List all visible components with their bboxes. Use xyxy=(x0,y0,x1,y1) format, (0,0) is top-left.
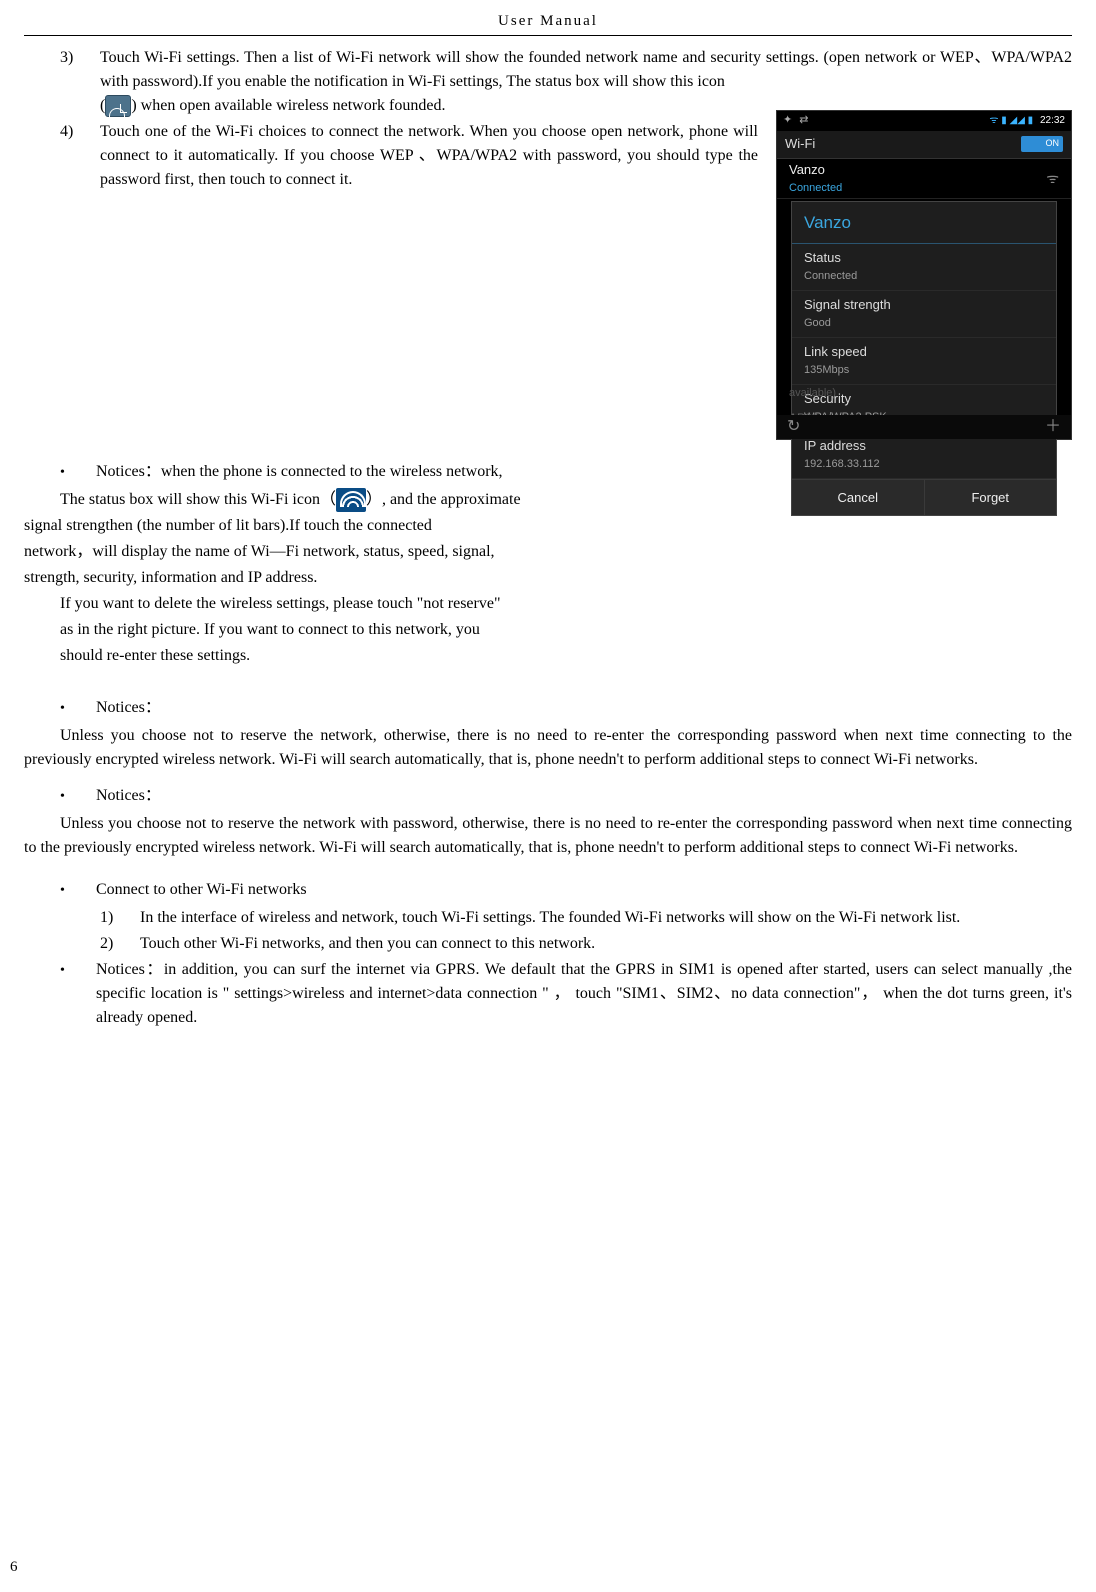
wifi-connected-icon xyxy=(336,488,366,512)
dialog-ip-value: 192.168.33.112 xyxy=(804,456,1044,473)
connect-other-label: Connect to other Wi-Fi networks xyxy=(96,878,1072,902)
notice-1-line-6: as in the right picture. If you want to … xyxy=(24,618,752,642)
connect-other-step-2: 2) Touch other Wi-Fi networks, and then … xyxy=(100,932,1072,956)
dialog-field-speed: Link speed 135Mbps xyxy=(792,338,1056,385)
phone-status-signal-icons: ᯤ ▮ ◢◢ ▮ xyxy=(989,115,1033,126)
notice-4: Notices：in addition, you can surf the in… xyxy=(60,958,1072,1030)
notice-2-label: Notices： xyxy=(96,696,1072,720)
notice-1-line-2: signal strengthen (the number of lit bar… xyxy=(24,514,752,538)
notice-2: Notices： xyxy=(60,696,1072,720)
phone-status-bar: ✦ ⇄ ᯤ ▮ ◢◢ ▮ 22:32 xyxy=(777,111,1071,131)
step-3-text-a: Touch Wi-Fi settings. Then a list of Wi-… xyxy=(100,49,1072,90)
dialog-speed-value: 135Mbps xyxy=(804,362,1044,379)
dialog-buttons: Cancel Forget xyxy=(792,479,1056,515)
connect-other-step-1-text: In the interface of wireless and network… xyxy=(140,906,1072,930)
refresh-icon: ↻ xyxy=(787,415,800,439)
notice-4-body: in addition, you can surf the internet v… xyxy=(96,961,1072,1026)
dialog-title: Vanzo xyxy=(792,202,1056,245)
bullet-icon xyxy=(60,784,96,808)
notice-4-content: Notices：in addition, you can surf the in… xyxy=(96,958,1072,1030)
phone-status-right: ᯤ ▮ ◢◢ ▮ 22:32 xyxy=(989,113,1065,128)
connect-other-heading: Connect to other Wi-Fi networks xyxy=(60,878,1072,902)
phone-network-name: Vanzo xyxy=(789,160,842,180)
dialog-cancel-button: Cancel xyxy=(792,480,925,515)
notice-1-line-1: The status box will show this Wi-Fi icon… xyxy=(24,488,752,512)
notice-3-label: Notices： xyxy=(96,784,1072,808)
dialog-signal-label: Signal strength xyxy=(804,295,1044,315)
notice-1-line-3: network，will display the name of Wi—Fi n… xyxy=(24,540,752,564)
phone-network-row: Vanzo Connected ᯤ xyxy=(777,159,1071,199)
dialog-field-signal: Signal strength Good xyxy=(792,291,1056,338)
page-number: 6 xyxy=(10,1556,18,1579)
page-body: 3) Touch Wi-Fi settings. Then a list of … xyxy=(24,46,1072,1030)
step-3-number: 3) xyxy=(60,46,100,118)
dialog-status-label: Status xyxy=(804,248,1044,268)
notice-4-label: Notices： xyxy=(96,961,164,978)
phone-status-time: 22:32 xyxy=(1040,115,1065,126)
notice-1-line-4: strength, security, information and IP a… xyxy=(24,566,752,590)
connect-other-step-1-num: 1) xyxy=(100,906,140,930)
step-3-text: Touch Wi-Fi settings. Then a list of Wi-… xyxy=(100,46,1072,118)
phone-network-dialog: Vanzo Status Connected Signal strength G… xyxy=(791,201,1057,517)
phone-dim-available: available) xyxy=(777,381,1071,406)
notice-3-body: Unless you choose not to reserve the net… xyxy=(24,812,1072,860)
bullet-icon xyxy=(60,878,96,902)
notice-1-line-7: should re-enter these settings. xyxy=(24,644,752,668)
bullet-icon xyxy=(60,696,96,720)
bullet-icon xyxy=(60,460,96,484)
step-4-body: Touch one of the Wi-Fi choices to connec… xyxy=(100,123,758,188)
phone-screenshot: ✦ ⇄ ᯤ ▮ ◢◢ ▮ 22:32 Wi-Fi ON Vanzo Con xyxy=(776,110,1072,440)
bullet-icon xyxy=(60,958,96,1030)
step-4-number: 4) xyxy=(60,120,100,448)
dialog-speed-label: Link speed xyxy=(804,342,1044,362)
notice-1-line-1a: The status box will show this Wi-Fi icon… xyxy=(60,491,336,508)
notice-1-line-1b: ）, and the approximate xyxy=(366,491,521,508)
connect-other-step-2-text: Touch other Wi-Fi networks, and then you… xyxy=(140,932,1072,956)
phone-wifi-header: Wi-Fi ON xyxy=(777,131,1071,159)
add-icon: ＋ xyxy=(1045,415,1061,439)
dialog-forget-button: Forget xyxy=(925,480,1057,515)
wifi-signal-icon: ᯤ xyxy=(1046,168,1059,189)
notice-2-body: Unless you choose not to reserve the net… xyxy=(24,724,1072,772)
dialog-status-value: Connected xyxy=(804,268,1044,285)
phone-status-left-icons: ✦ ⇄ xyxy=(783,112,811,129)
phone-bottom-bar: ↻ ＋ xyxy=(777,415,1071,439)
phone-wifi-toggle: ON xyxy=(1021,136,1063,152)
dialog-signal-value: Good xyxy=(804,315,1044,332)
connect-other-step-1: 1) In the interface of wireless and netw… xyxy=(100,906,1072,930)
step-3-text-c: ) when open available wireless network f… xyxy=(131,97,445,114)
notice-1-line-5: If you want to delete the wireless setti… xyxy=(24,592,752,616)
wifi-available-icon xyxy=(105,95,131,117)
page-header: User Manual xyxy=(24,10,1072,36)
step-4-text: ✦ ⇄ ᯤ ▮ ◢◢ ▮ 22:32 Wi-Fi ON Vanzo Con xyxy=(100,120,1072,448)
connect-other-step-2-num: 2) xyxy=(100,932,140,956)
step-4: 4) ✦ ⇄ ᯤ ▮ ◢◢ ▮ 22:32 Wi-Fi ON xyxy=(60,120,1072,448)
dialog-field-status: Status Connected xyxy=(792,244,1056,291)
phone-wifi-title: Wi-Fi xyxy=(785,134,815,154)
step-3: 3) Touch Wi-Fi settings. Then a list of … xyxy=(60,46,1072,118)
phone-network-status: Connected xyxy=(789,180,842,197)
notice-3: Notices： xyxy=(60,784,1072,808)
